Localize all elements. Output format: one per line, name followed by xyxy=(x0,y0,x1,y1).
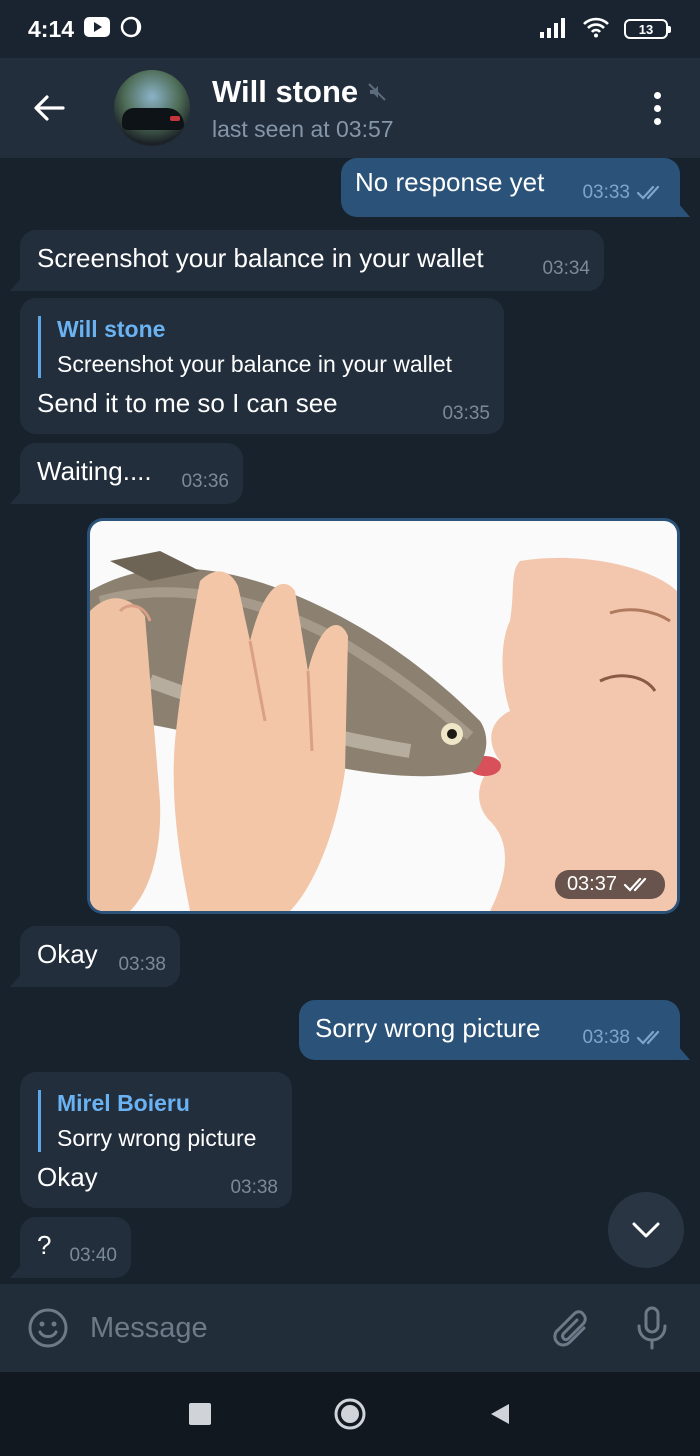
attach-button[interactable] xyxy=(542,1298,598,1358)
message-time: 03:38 xyxy=(582,1027,630,1048)
photo-timestamp: 03:37 xyxy=(554,870,665,899)
status-bar: 4:14 13 xyxy=(0,0,700,58)
reply-text: Sorry wrong picture xyxy=(57,1125,257,1151)
mic-button[interactable] xyxy=(624,1298,680,1358)
signal-icon xyxy=(540,16,568,43)
attach-icon xyxy=(553,1310,587,1347)
contact-name: Will stone xyxy=(212,73,359,109)
mic-icon xyxy=(637,1306,667,1350)
message-text: Send it to me so I can see xyxy=(37,388,338,418)
message-text: Sorry wrong picture xyxy=(315,1012,541,1043)
message-bubble-incoming[interactable]: Will stone Screenshot your balance in yo… xyxy=(20,298,504,434)
avatar[interactable] xyxy=(114,70,190,146)
message-text: No response yet xyxy=(355,167,545,197)
message-text: Screenshot your balance in your wallet xyxy=(37,243,484,273)
triangle-back-icon xyxy=(491,1404,509,1424)
reply-sender-name: Will stone xyxy=(57,316,166,342)
message-time: 03:33 xyxy=(582,181,630,203)
muted-icon xyxy=(368,82,386,101)
message-bubble-incoming[interactable]: Okay 03:38 xyxy=(10,926,180,987)
reply-text: Screenshot your balance in your wallet xyxy=(57,351,453,377)
scroll-down-button[interactable] xyxy=(608,1192,684,1268)
home-button[interactable] xyxy=(330,1394,370,1434)
message-bubble-outgoing[interactable]: Sorry wrong picture 03:38 xyxy=(299,1000,690,1060)
message-text: Okay xyxy=(37,939,98,969)
reply-sender-name: Mirel Boieru xyxy=(57,1090,190,1116)
back-nav-button[interactable] xyxy=(480,1394,520,1434)
wifi-icon xyxy=(582,16,610,43)
photo-message[interactable]: 03:37 xyxy=(87,518,680,914)
recents-button[interactable] xyxy=(180,1394,220,1434)
message-time: 03:38 xyxy=(118,953,166,975)
contact-info[interactable]: Will stone last seen at 03:57 xyxy=(212,74,632,143)
chat-header: Will stone last seen at 03:57 xyxy=(0,58,700,158)
message-bubble-incoming[interactable]: Screenshot your balance in your wallet 0… xyxy=(10,230,604,291)
message-time: 03:38 xyxy=(230,1177,278,1198)
message-time: 03:40 xyxy=(69,1244,117,1266)
system-nav-bar xyxy=(0,1372,700,1456)
message-input[interactable] xyxy=(90,1311,542,1345)
message-time: 03:36 xyxy=(181,470,229,492)
message-text: ? xyxy=(37,1230,52,1260)
message-bubble-incoming[interactable]: ? 03:40 xyxy=(10,1217,131,1278)
photo-image[interactable]: 03:37 xyxy=(90,521,677,911)
message-bubble-incoming[interactable]: Waiting.... 03:36 xyxy=(10,443,243,504)
emoji-button[interactable] xyxy=(18,1298,78,1358)
back-arrow-icon xyxy=(34,95,65,121)
youtube-notification-icon xyxy=(84,16,111,42)
double-check-icon xyxy=(623,877,647,892)
status-time: 4:14 xyxy=(28,15,75,42)
double-check-icon xyxy=(636,185,660,200)
more-vert-icon[interactable] xyxy=(632,73,682,143)
message-bubble-incoming[interactable]: Mirel Boieru Sorry wrong picture Okay 03… xyxy=(20,1072,292,1208)
message-time: 03:34 xyxy=(542,257,590,279)
message-time: 03:37 xyxy=(566,873,617,895)
message-list[interactable]: No response yet 03:33 Screenshot your ba… xyxy=(0,158,700,1284)
message-composer xyxy=(0,1284,700,1372)
message-bubble-outgoing[interactable]: No response yet 03:33 xyxy=(341,158,690,217)
message-text: Waiting.... xyxy=(37,456,152,486)
chevron-down-icon xyxy=(632,1222,660,1238)
emoji-icon xyxy=(28,1308,68,1348)
circle-icon xyxy=(334,1398,366,1430)
double-check-icon xyxy=(636,1030,660,1045)
message-time: 03:35 xyxy=(442,403,490,424)
reply-preview[interactable]: Will stone Screenshot your balance in yo… xyxy=(38,316,490,378)
square-icon xyxy=(189,1403,211,1425)
battery-icon: 13 xyxy=(624,19,671,39)
last-seen-status: last seen at 03:57 xyxy=(212,115,394,142)
moon-icon xyxy=(120,16,142,43)
message-text: Okay xyxy=(37,1162,98,1192)
reply-preview[interactable]: Mirel Boieru Sorry wrong picture xyxy=(38,1090,278,1152)
back-button[interactable] xyxy=(14,73,84,143)
